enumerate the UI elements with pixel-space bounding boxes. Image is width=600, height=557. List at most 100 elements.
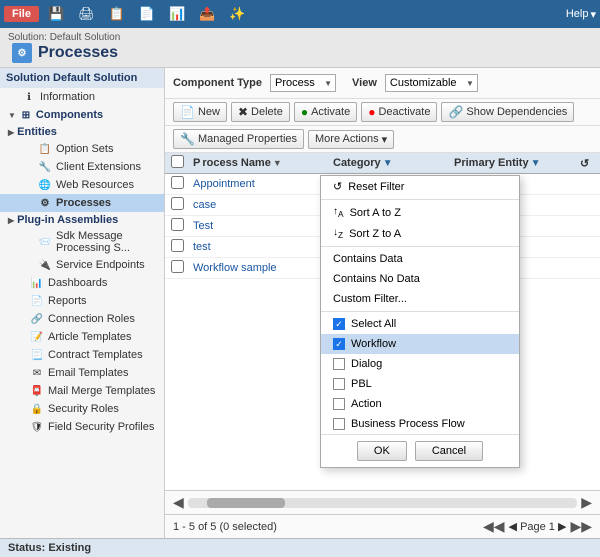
page-first-icon[interactable]: ◀◀ xyxy=(483,518,505,535)
content-area: Component Type Process View Customizable… xyxy=(165,68,600,538)
filter-select-all[interactable]: ✓ Select All xyxy=(321,314,519,334)
sidebar-item-article-templates[interactable]: 📝 Article Templates xyxy=(0,328,164,346)
sidebar-group-label: Components xyxy=(36,109,103,121)
sidebar-item-dashboards[interactable]: 📊 Dashboards xyxy=(0,274,164,292)
page-last-icon[interactable]: ▶▶ xyxy=(570,518,592,535)
sidebar-item-contract-templates[interactable]: 📃 Contract Templates xyxy=(0,346,164,364)
page-navigation: ◀◀ ◀ Page 1 ▶ ▶▶ xyxy=(483,518,592,535)
filter-custom[interactable]: Custom Filter... xyxy=(321,289,519,309)
sidebar-item-mail-merge-templates[interactable]: 📮 Mail Merge Templates xyxy=(0,382,164,400)
show-deps-button[interactable]: 🔗 Show Dependencies xyxy=(441,102,574,122)
activate-button[interactable]: ● Activate xyxy=(294,102,357,122)
sidebar-item-label: Dashboards xyxy=(48,277,107,289)
sidebar-item-reports[interactable]: 📄 Reports xyxy=(0,292,164,310)
name-sort-icon[interactable]: ▼ xyxy=(273,158,282,168)
workflow-check[interactable]: ✓ xyxy=(333,338,345,350)
service-endpoints-icon: 🔌 xyxy=(38,258,52,272)
row-name[interactable]: Test xyxy=(189,218,329,234)
refresh-icon[interactable]: ↺ xyxy=(580,158,589,170)
row-checkbox[interactable] xyxy=(165,197,189,213)
action-check[interactable] xyxy=(333,398,345,410)
sidebar-group-components[interactable]: ▼ ⊞ Components xyxy=(0,106,164,124)
component-type-select[interactable]: Process xyxy=(270,74,336,92)
filter-reset[interactable]: ↺ Reset Filter xyxy=(321,176,519,197)
scroll-right-icon[interactable]: ▶ xyxy=(581,494,592,511)
filter-dialog-label: Dialog xyxy=(351,358,382,370)
sidebar-item-sdk-message[interactable]: 📨 Sdk Message Processing S... xyxy=(0,228,164,256)
select-all-checkbox[interactable] xyxy=(171,155,184,168)
filter-dialog[interactable]: Dialog xyxy=(321,354,519,374)
sidebar-item-connection-roles[interactable]: 🔗 Connection Roles xyxy=(0,310,164,328)
deactivate-button[interactable]: ● Deactivate xyxy=(361,102,437,122)
row-name[interactable]: case xyxy=(189,197,329,213)
dialog-check[interactable] xyxy=(333,358,345,370)
scroll-track[interactable] xyxy=(188,498,577,508)
filter-ok-button[interactable]: OK xyxy=(357,441,407,461)
more-actions-label: More Actions xyxy=(315,133,379,145)
web-resources-icon: 🌐 xyxy=(38,178,52,192)
scroll-thumb[interactable] xyxy=(207,498,285,508)
row-checkbox[interactable] xyxy=(165,260,189,276)
contract-templates-icon: 📃 xyxy=(30,348,44,362)
file-button[interactable]: File xyxy=(4,6,39,22)
filter-cancel-button[interactable]: Cancel xyxy=(415,441,483,461)
view-label: View xyxy=(352,77,377,89)
category-filter-icon[interactable]: ▼ xyxy=(383,158,393,169)
sidebar-entities-label: Entities xyxy=(17,126,57,138)
sidebar-item-security-roles[interactable]: 🔒 Security Roles xyxy=(0,400,164,418)
sidebar-item-service-endpoints[interactable]: 🔌 Service Endpoints xyxy=(0,256,164,274)
sidebar-group-plugin-assemblies[interactable]: ▶ Plug-in Assemblies xyxy=(0,212,164,228)
row-name[interactable]: Workflow sample xyxy=(189,260,329,276)
sidebar-item-email-templates[interactable]: ✉ Email Templates xyxy=(0,364,164,382)
row-checkbox[interactable] xyxy=(165,176,189,192)
more-actions-button[interactable]: More Actions ▾ xyxy=(308,130,394,149)
row-name[interactable]: Appointment xyxy=(189,176,329,192)
import-icon-btn[interactable]: 📊 xyxy=(164,3,190,25)
filter-contains-data-label: Contains Data xyxy=(333,253,403,265)
new-button[interactable]: 📄 New xyxy=(173,102,227,122)
filter-sort-az[interactable]: ↑A Sort A to Z xyxy=(321,202,519,223)
upgrade-icon-btn[interactable]: ✨ xyxy=(224,3,250,25)
filter-pbl-label: PBL xyxy=(351,378,372,390)
show-deps-icon: 🔗 xyxy=(448,105,463,119)
entity-filter-icon[interactable]: ▼ xyxy=(531,158,541,169)
managed-props-button[interactable]: 🔧 Managed Properties xyxy=(173,129,304,149)
filter-contains-data[interactable]: Contains Data xyxy=(321,249,519,269)
row-name[interactable]: test xyxy=(189,239,329,255)
filter-no-data[interactable]: Contains No Data xyxy=(321,269,519,289)
filter-workflow[interactable]: ✓ Workflow xyxy=(321,334,519,354)
filter-action[interactable]: Action xyxy=(321,394,519,414)
view-select[interactable]: Customizable xyxy=(385,74,478,92)
sidebar-item-field-security[interactable]: 🛡 Field Security Profiles xyxy=(0,418,164,436)
row-checkbox[interactable] xyxy=(165,239,189,255)
sidebar-item-label: Security Roles xyxy=(48,403,119,415)
export-icon-btn[interactable]: 📤 xyxy=(194,3,220,25)
sidebar-item-web-resources[interactable]: 🌐 Web Resources xyxy=(0,176,164,194)
publish-icon-btn[interactable]: 📋 xyxy=(104,3,130,25)
sidebar-item-client-extensions[interactable]: 🔧 Client Extensions xyxy=(0,158,164,176)
row-checkbox[interactable] xyxy=(165,218,189,234)
scroll-left-icon[interactable]: ◀ xyxy=(173,494,184,511)
select-all-check[interactable]: ✓ xyxy=(333,318,345,330)
filter-sep-3 xyxy=(321,311,519,312)
solution-header: Solution: Default Solution ⚙ Processes xyxy=(0,28,600,68)
save-icon-btn[interactable]: 💾 xyxy=(43,3,69,25)
filter-sort-za[interactable]: ↓Z Sort Z to A xyxy=(321,223,519,244)
sidebar-item-processes[interactable]: ⚙ Processes xyxy=(0,194,164,212)
top-toolbar: File 💾 🖨 📋 📄 📊 📤 ✨ Help ▾ xyxy=(0,0,600,28)
sidebar-item-information[interactable]: ℹ Information xyxy=(0,88,164,106)
sdk-icon: 📨 xyxy=(38,235,52,249)
filter-bpf[interactable]: Business Process Flow xyxy=(321,414,519,434)
pagination-bar: 1 - 5 of 5 (0 selected) ◀◀ ◀ Page 1 ▶ ▶▶ xyxy=(165,514,600,538)
col-name-text: rocess Name xyxy=(202,157,271,169)
sidebar-item-option-sets[interactable]: 📋 Option Sets xyxy=(0,140,164,158)
pbl-check[interactable] xyxy=(333,378,345,390)
sidebar-group-entities[interactable]: ▶ Entities xyxy=(0,124,164,140)
filter-pbl[interactable]: PBL xyxy=(321,374,519,394)
delete-button[interactable]: ✖ Delete xyxy=(231,102,290,122)
bpf-check[interactable] xyxy=(333,418,345,430)
filter-no-data-label: Contains No Data xyxy=(333,273,420,285)
save-as-icon-btn[interactable]: 🖨 xyxy=(73,3,100,25)
publish-all-icon-btn[interactable]: 📄 xyxy=(134,3,160,25)
help-button[interactable]: Help ▾ xyxy=(566,8,596,21)
